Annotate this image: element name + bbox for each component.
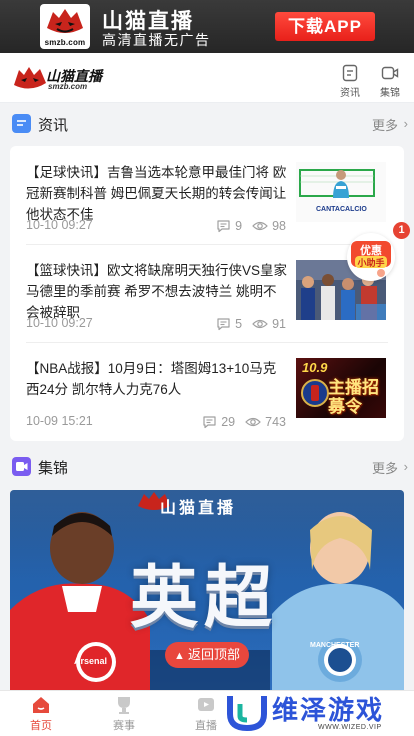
nav-highlights-label: 集锦 [380,88,400,99]
news-list: 【足球快讯】吉鲁当选本轮意甲最佳门将 欧冠新赛制科普 姆巴佩夏天长期的转会传闻让… [10,146,404,441]
news-item-stats: 5 91 [216,317,286,331]
view-count: 91 [272,317,286,331]
trophy-icon [118,697,130,714]
view-count: 743 [265,415,286,429]
promo-helper-button[interactable]: 优惠 小助手 [347,233,395,281]
nav-highlights-button[interactable]: 集锦 [375,64,405,99]
nav-news-button[interactable]: 资讯 [335,64,365,99]
view-count: 98 [272,219,286,233]
tab-home[interactable]: 首页 [11,694,71,733]
brand-logo-icon[interactable] [12,65,48,91]
news-thumbnail[interactable]: 10.9 主播招募令 [296,358,386,418]
highlight-league-text: 英超 [130,558,279,638]
thumb-caption: CANTACALCIO [316,206,367,213]
home-icon [33,697,49,713]
left-club-badge: Arsenal [74,656,108,666]
news-item-time: 10-10 09:27 [26,316,93,330]
comment-count: 5 [235,317,243,331]
watermark-logo-icon [227,696,267,732]
highlights-section-header: 集锦 更多 › [0,447,414,485]
news-item-title[interactable]: 【NBA战报】10月9日：塔图姆13+10马克西24分 凯尔特人力克76人 [26,358,288,400]
document-icon [342,64,358,82]
right-club-badge: MANCHESTER [310,642,360,649]
thumb-date: 10.9 [302,360,328,375]
news-item-stats: 9 98 [216,219,286,233]
news-item[interactable]: 【NBA战报】10月9日：塔图姆13+10马克西24分 凯尔特人力克76人 10… [10,342,404,440]
download-app-banner[interactable]: smzb.com 山猫直播 高清直播无广告 下载APP [0,0,414,53]
recruit-poster-text: 主播招募令 [328,378,379,416]
comment-count: 29 [221,415,236,429]
highlights-more-link[interactable]: 更多 [372,458,398,477]
news-thumbnail[interactable]: CANTACALCIO [296,162,386,222]
logo-domain-text: smzb.com [44,38,86,47]
news-item-title[interactable]: 【篮球快讯】欧文将缺席明天独行侠VS皇家马德里的季前赛 希罗不想去波特兰 姚明不… [26,260,288,323]
back-to-top-label: 返回顶部 [187,647,240,662]
rocket-icon: ▲ [174,650,185,662]
app-logo: smzb.com [40,4,90,49]
tab-live-label: 直播 [195,720,217,732]
comment-count: 9 [235,219,243,233]
news-item-stats: 29 743 [202,415,286,429]
tab-matches[interactable]: 赛事 [94,694,154,733]
highlight-brand-text: 山猫直播 [160,500,237,517]
news-section-title: 资讯 [38,117,69,134]
app-header: 山猫直播 smzb.com 资讯 集锦 [0,53,414,103]
watermark-subtext: WWW.WIZED.VIP [318,724,382,731]
news-item-time: 10-09 15:21 [26,414,93,428]
eye-icon [252,319,268,329]
live-tv-icon [198,698,214,711]
comment-icon [203,416,216,429]
nba-badge-image [301,379,329,407]
chevron-right-icon[interactable]: › [404,459,408,474]
notification-badge: 1 [393,222,410,239]
news-item[interactable]: 【足球快讯】吉鲁当选本轮意甲最佳门将 欧冠新赛制科普 姆巴佩夏天长期的转会传闻让… [10,146,404,244]
news-item-time: 10-10 09:27 [26,218,93,232]
news-section-icon [12,114,31,133]
comment-icon [217,220,230,233]
comment-icon [217,318,230,331]
lynx-head-icon [47,9,83,33]
news-more-link[interactable]: 更多 [372,115,398,134]
brand-domain: smzb.com [48,82,88,91]
eye-icon [245,417,261,427]
tab-matches-label: 赛事 [113,720,135,732]
back-to-top-button[interactable]: ▲ 返回顶部 [165,642,249,668]
news-section-header: 资讯 更多 › [0,104,414,142]
banner-subtitle: 高清直播无广告 [102,32,211,48]
highlights-section-icon [12,457,31,476]
chevron-right-icon[interactable]: › [404,116,408,131]
goalkeeper-image [296,162,386,222]
watermark-text: 维泽游戏 [272,695,385,725]
site-watermark: 维泽游戏 WWW.WIZED.VIP [222,688,412,736]
nav-news-label: 资讯 [340,88,360,99]
helper-label-2: 小助手 [357,258,385,268]
download-app-button[interactable]: 下载APP [275,12,375,41]
news-item[interactable]: 【篮球快讯】欧文将缺席明天独行侠VS皇家马德里的季前赛 希罗不想去波特兰 姚明不… [10,244,404,342]
eye-icon [252,221,268,231]
news-item-title[interactable]: 【足球快讯】吉鲁当选本轮意甲最佳门将 欧冠新赛制科普 姆巴佩夏天长期的转会传闻让… [26,162,288,225]
highlights-section-title: 集锦 [38,460,69,477]
tab-home-label: 首页 [30,720,52,732]
video-icon [381,66,399,80]
